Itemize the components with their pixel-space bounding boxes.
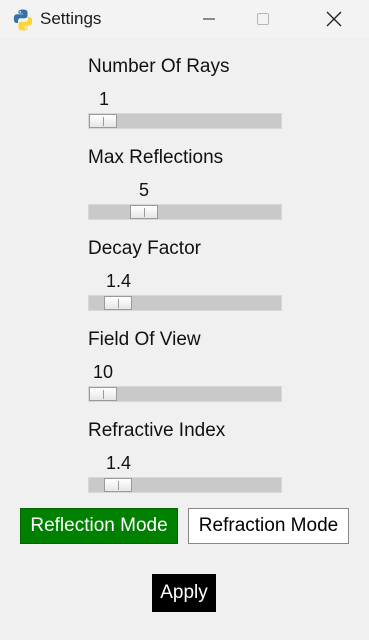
close-icon	[326, 11, 342, 27]
minimize-button[interactable]	[186, 0, 232, 38]
slider-value: 1.4	[106, 453, 132, 473]
slider-value: 1.4	[106, 271, 132, 291]
slider-thumb[interactable]	[104, 296, 132, 310]
slider-trough[interactable]	[88, 113, 282, 129]
maximize-icon	[257, 13, 269, 25]
slider-thumb[interactable]	[130, 205, 158, 219]
minimize-icon	[203, 18, 215, 20]
slider-value: 1	[99, 89, 110, 109]
window-title: Settings	[40, 9, 102, 28]
slider-label: Max Reflections	[88, 147, 224, 168]
slider-trough[interactable]	[88, 204, 282, 220]
apply-button[interactable]: Apply	[152, 574, 216, 612]
slider-label: Field Of View	[88, 329, 201, 350]
title-bar: Settings	[0, 0, 369, 38]
slider-trough[interactable]	[88, 295, 282, 311]
slider-value: 10	[93, 362, 114, 382]
refraction-mode-button[interactable]: Refraction Mode	[188, 508, 349, 544]
close-button[interactable]	[311, 0, 357, 38]
slider-thumb[interactable]	[89, 114, 117, 128]
reflection-mode-button[interactable]: Reflection Mode	[20, 508, 178, 544]
slider-label: Refractive Index	[88, 420, 226, 441]
maximize-button[interactable]	[240, 0, 286, 38]
python-icon	[13, 9, 33, 31]
slider-value: 5	[139, 180, 150, 200]
slider-label: Decay Factor	[88, 238, 201, 259]
slider-label: Number Of Rays	[88, 56, 230, 77]
slider-trough[interactable]	[88, 477, 282, 493]
slider-trough[interactable]	[88, 386, 282, 402]
slider-thumb[interactable]	[104, 478, 132, 492]
slider-thumb[interactable]	[89, 387, 117, 401]
